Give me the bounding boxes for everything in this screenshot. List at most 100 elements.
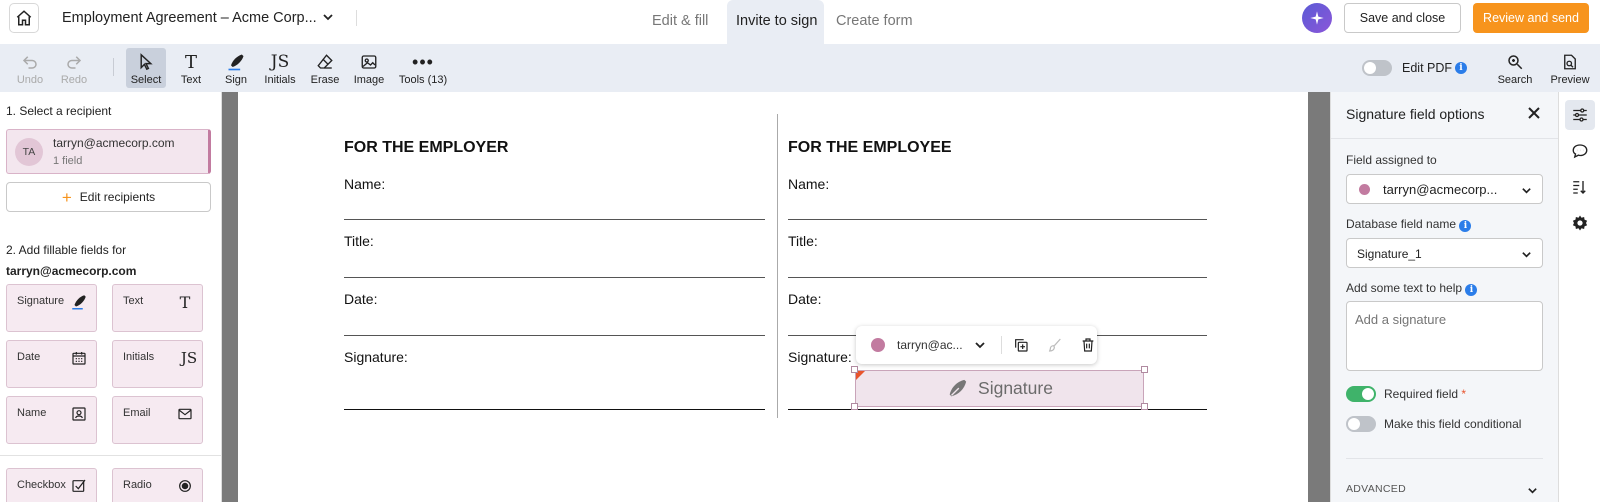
review-and-send-button[interactable]: Review and send [1473, 3, 1589, 33]
format-button[interactable] [1046, 336, 1064, 354]
field-name[interactable]: Name [6, 396, 97, 444]
signature-field[interactable]: Signature [855, 370, 1144, 407]
toolbar: Undo Redo Select T Text Sign JS Initials… [0, 44, 1600, 92]
employer-name-line [344, 219, 765, 220]
tab-invite-to-sign[interactable]: Invite to sign [727, 0, 824, 44]
document-title[interactable]: Employment Agreement – Acme Corp... [62, 10, 317, 26]
edit-pdf-toggle[interactable] [1362, 60, 1392, 76]
edit-pdf-label: Edit PDF [1402, 61, 1453, 75]
divider [0, 455, 221, 456]
field-text[interactable]: Text T [112, 284, 203, 332]
sign-tool[interactable]: Sign [220, 48, 252, 88]
employee-name-line [788, 219, 1207, 220]
initials-icon: JS [270, 52, 290, 72]
redo-button[interactable]: Redo [58, 48, 90, 88]
help-text-label: Add some text to help i [1346, 281, 1478, 296]
redo-icon [67, 56, 82, 69]
home-icon [16, 10, 32, 26]
divider [1331, 138, 1558, 139]
radio-icon [179, 480, 191, 492]
contact-card-icon [72, 407, 86, 421]
resize-handle[interactable] [851, 366, 858, 373]
preview-button[interactable]: Preview [1548, 48, 1592, 88]
advanced-section-toggle[interactable]: ADVANCED [1346, 483, 1406, 495]
more-icon: ••• [412, 51, 434, 72]
employee-title-line [788, 277, 1207, 278]
ai-assistant-button[interactable] [1302, 3, 1332, 33]
top-bar: Employment Agreement – Acme Corp... Edit… [0, 0, 1600, 44]
paint-brush-icon [1048, 338, 1061, 352]
erase-tool[interactable]: Erase [310, 48, 340, 88]
field-initials[interactable]: Initials JS [112, 340, 203, 388]
chevron-down-icon[interactable] [322, 11, 334, 23]
help-text-input[interactable] [1346, 301, 1543, 371]
recipient-field-count: 1 field [53, 155, 83, 167]
field-options-rail-button[interactable] [1565, 100, 1595, 130]
conditional-field-toggle[interactable] [1346, 416, 1376, 432]
undo-button[interactable]: Undo [14, 48, 46, 88]
sliders-icon [1573, 108, 1587, 122]
initials-tool[interactable]: JS Initials [262, 48, 298, 88]
search-button[interactable]: Search [1496, 48, 1534, 88]
more-tools-button[interactable]: ••• Tools (13) [397, 48, 449, 88]
employer-signature-line [344, 409, 765, 410]
duplicate-icon [1015, 339, 1028, 352]
db-field-select[interactable]: Signature_1 [1346, 238, 1543, 268]
field-options-panel: Signature field options Field assigned t… [1330, 92, 1558, 502]
duplicate-button[interactable] [1012, 336, 1030, 354]
comments-rail-button[interactable] [1565, 136, 1595, 166]
image-icon [361, 55, 377, 69]
info-icon[interactable]: i [1455, 62, 1467, 74]
home-button[interactable] [9, 3, 39, 33]
field-radio[interactable]: Radio [112, 468, 203, 502]
settings-rail-button[interactable] [1565, 208, 1595, 238]
field-recipient-selector[interactable]: tarryn@ac... [897, 338, 963, 352]
text-tool[interactable]: T Text [174, 48, 208, 88]
field-email[interactable]: Email [112, 396, 203, 444]
avatar: TA [15, 138, 43, 166]
preview-icon [1564, 54, 1576, 70]
image-tool[interactable]: Image [352, 48, 386, 88]
divider [1001, 336, 1002, 354]
assigned-recipient-select[interactable]: tarryn@acmecorp... [1346, 174, 1543, 204]
required-field-toggle[interactable] [1346, 386, 1376, 402]
undo-icon [22, 56, 37, 69]
chevron-down-icon [1522, 252, 1531, 258]
edit-recipients-button[interactable]: + Edit recipients [6, 182, 211, 212]
employer-date-line [344, 335, 765, 336]
field-checkbox[interactable]: Checkbox [6, 468, 97, 502]
resize-handle[interactable] [1141, 403, 1148, 410]
cursor-icon [140, 53, 153, 71]
employee-signature-label: Signature: [788, 349, 852, 365]
resize-handle[interactable] [851, 403, 858, 410]
close-icon[interactable] [1527, 106, 1541, 120]
field-signature[interactable]: Signature [6, 284, 97, 332]
signature-pen-icon [72, 295, 86, 310]
tab-edit-fill[interactable]: Edit & fill [652, 0, 727, 44]
recipient-color-dot [871, 338, 885, 352]
employer-heading: FOR THE EMPLOYER [344, 139, 509, 156]
reorder-rail-button[interactable] [1565, 172, 1595, 202]
envelope-icon [178, 408, 192, 420]
conditional-field-label: Make this field conditional [1384, 417, 1522, 431]
reorder-icon [1573, 181, 1586, 194]
assigned-label: Field assigned to [1346, 153, 1437, 167]
calendar-icon [72, 352, 86, 365]
divider [1346, 458, 1543, 459]
chevron-down-icon[interactable] [1527, 485, 1538, 496]
employer-title-line [344, 277, 765, 278]
info-icon[interactable]: i [1459, 220, 1472, 232]
delete-button[interactable] [1079, 336, 1097, 354]
employee-name-label: Name: [788, 176, 830, 192]
info-icon[interactable]: i [1465, 284, 1478, 296]
right-rail [1558, 92, 1600, 502]
text-icon: T [184, 51, 197, 73]
resize-handle[interactable] [1141, 366, 1148, 373]
save-and-close-button[interactable]: Save and close [1344, 3, 1461, 33]
select-tool[interactable]: Select [126, 48, 166, 88]
recipient-card[interactable]: TA tarryn@acmecorp.com 1 field [6, 129, 211, 174]
chevron-down-icon[interactable] [974, 339, 986, 351]
recipient-email: tarryn@acmecorp.com [53, 136, 175, 150]
field-date[interactable]: Date [6, 340, 97, 388]
tab-create-form[interactable]: Create form [836, 0, 926, 44]
